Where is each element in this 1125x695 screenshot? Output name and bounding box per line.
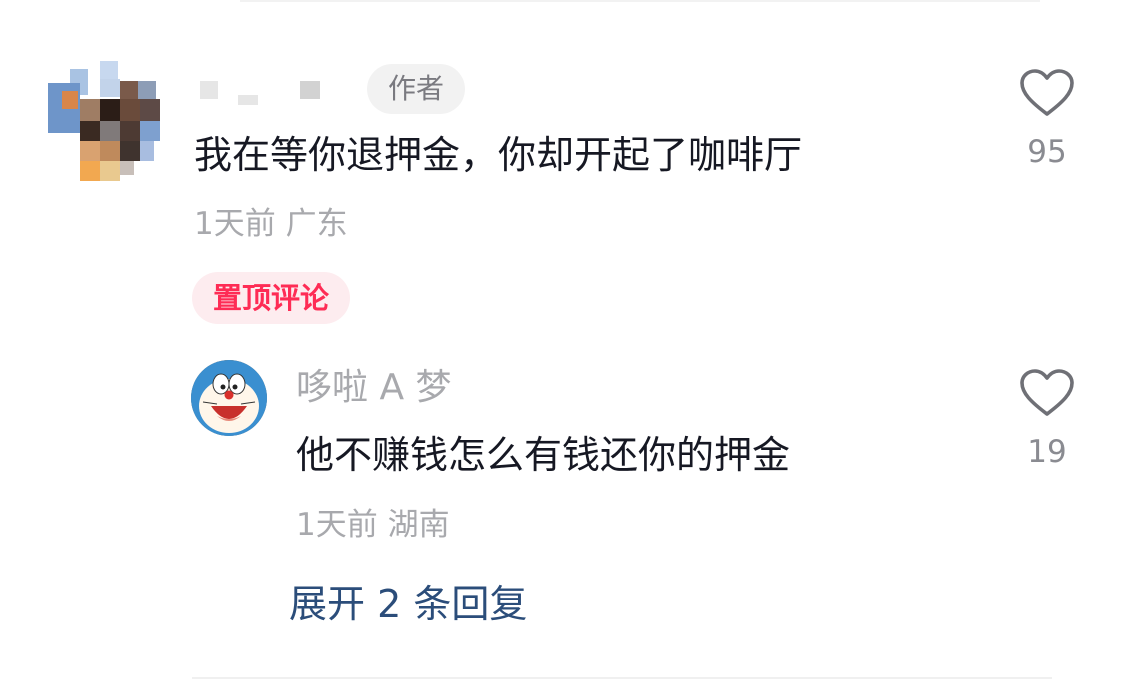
reply-meta: 1天前 湖南 xyxy=(296,503,450,547)
reply-time: 1天前 xyxy=(296,507,378,543)
reply-username[interactable]: 哆啦 A 梦 xyxy=(296,365,452,411)
blurred-username[interactable] xyxy=(198,81,328,105)
heart-outline-icon xyxy=(1020,69,1074,116)
username-pixel xyxy=(238,95,258,105)
reply-location: 湖南 xyxy=(387,507,450,543)
top-divider xyxy=(240,0,1040,2)
heart-outline-icon xyxy=(1020,369,1074,416)
comment-meta: 1天前 广东 xyxy=(194,202,348,246)
like-button[interactable]: 19 xyxy=(1017,368,1077,470)
comment-time: 1天前 xyxy=(194,206,276,242)
like-button[interactable]: 95 xyxy=(1017,68,1077,170)
username-pixel xyxy=(300,81,320,99)
pinned-comment-badge: 置顶评论 xyxy=(192,272,350,324)
like-count: 95 xyxy=(1027,134,1067,170)
comment-location: 广东 xyxy=(285,206,348,242)
avatar[interactable] xyxy=(48,61,164,181)
pixelated-avatar-icon xyxy=(48,61,160,181)
bottom-divider xyxy=(192,677,1052,679)
avatar[interactable] xyxy=(191,360,267,436)
username-pixel xyxy=(200,81,218,99)
reply-text[interactable]: 他不赚钱怎么有钱还你的押金 xyxy=(296,428,790,482)
doraemon-avatar-icon xyxy=(191,360,267,436)
comment-text[interactable]: 我在等你退押金，你却开起了咖啡厅 xyxy=(194,128,802,182)
like-count: 19 xyxy=(1027,434,1067,470)
expand-replies-link[interactable]: 展开 2 条回复 xyxy=(289,578,527,630)
author-badge: 作者 xyxy=(367,64,465,114)
